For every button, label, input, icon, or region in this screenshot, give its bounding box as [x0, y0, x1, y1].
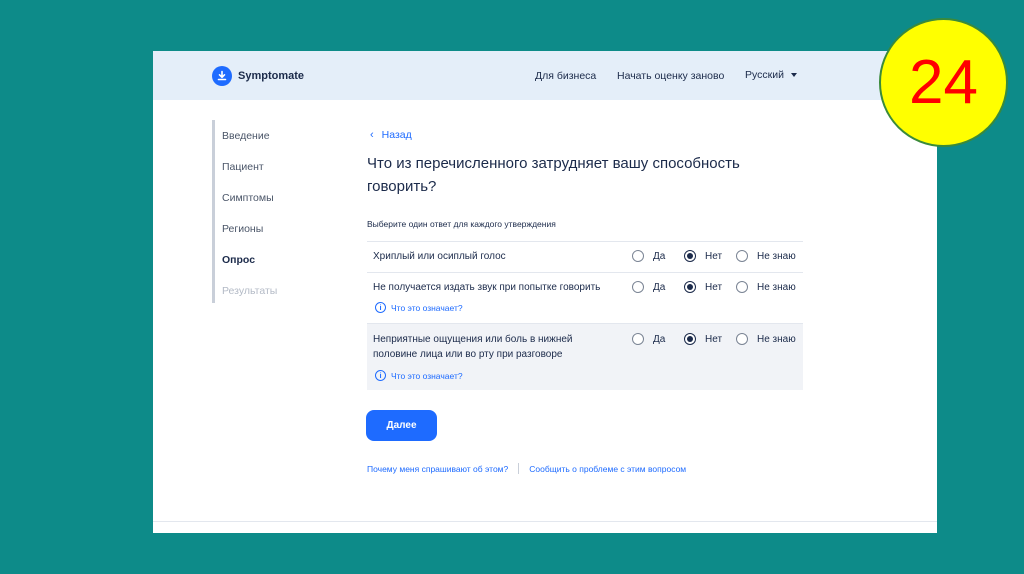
option-no[interactable]: Нет	[684, 281, 722, 293]
language-label: Русский	[745, 69, 784, 81]
report-problem-link[interactable]: Сообщить о проблеме с этим вопросом	[529, 464, 686, 474]
table-row: Не получается издать звук при попытке го…	[367, 272, 803, 323]
table-row: Хриплый или осиплый голос Да Нет Не знаю	[367, 241, 803, 272]
top-navigation-bar: Symptomate Для бизнеса Начать оценку зан…	[153, 51, 937, 100]
info-link[interactable]: i Что это означает?	[375, 302, 463, 313]
option-no-label: Нет	[705, 281, 723, 293]
bottom-divider	[153, 521, 937, 522]
row-label-line-1: Неприятные ощущения или боль в нижней	[373, 334, 573, 345]
back-link[interactable]: ‹ Назад	[370, 129, 412, 141]
info-icon: i	[375, 302, 386, 313]
radio-yes[interactable]	[632, 281, 644, 293]
info-link[interactable]: i Что это означает?	[375, 370, 463, 381]
sidebar-item-regions[interactable]: Регионы	[222, 223, 263, 235]
radio-no-selected[interactable]	[684, 333, 696, 345]
row-label: Не получается издать звук при попытке го…	[373, 282, 601, 293]
option-no[interactable]: Нет	[684, 250, 722, 262]
radio-dont-know[interactable]	[736, 250, 748, 262]
footer-links: Почему меня спрашивают об этом? Сообщить…	[367, 463, 686, 474]
next-button[interactable]: Далее	[366, 410, 437, 441]
row-label-line-2: половине лица или во рту при разговоре	[373, 349, 563, 360]
option-yes-label: Да	[653, 281, 666, 293]
sidebar-item-results: Результаты	[222, 285, 278, 297]
sidebar-item-symptoms[interactable]: Симптомы	[222, 192, 274, 204]
table-row: Неприятные ощущения или боль в нижней по…	[367, 323, 803, 390]
option-dont-know-label: Не знаю	[757, 333, 796, 345]
radio-no-selected[interactable]	[684, 281, 696, 293]
progress-sidebar: Введение Пациент Симптомы Регионы Опрос …	[212, 120, 292, 303]
info-icon: i	[375, 370, 386, 381]
option-dont-know[interactable]: Не знаю	[736, 250, 796, 262]
radio-dont-know[interactable]	[736, 281, 748, 293]
nav-business-link[interactable]: Для бизнеса	[535, 70, 596, 82]
question-line-1: Что из перечисленного затрудняет вашу сп…	[367, 155, 740, 172]
radio-dont-know[interactable]	[736, 333, 748, 345]
question-line-2: говорить?	[367, 178, 437, 195]
slide-number-badge: 24	[879, 18, 1008, 147]
option-yes[interactable]: Да	[632, 250, 665, 262]
radio-yes[interactable]	[632, 333, 644, 345]
option-dont-know-label: Не знаю	[757, 281, 796, 293]
radio-no-selected[interactable]	[684, 250, 696, 262]
logo[interactable]: Symptomate	[212, 66, 304, 86]
option-no-label: Нет	[705, 333, 723, 345]
option-yes-label: Да	[653, 250, 666, 262]
option-dont-know[interactable]: Не знаю	[736, 333, 796, 345]
caret-down-icon	[790, 73, 797, 77]
option-no[interactable]: Нет	[684, 333, 722, 345]
option-yes[interactable]: Да	[632, 281, 665, 293]
sidebar-item-introduction[interactable]: Введение	[222, 130, 270, 142]
option-no-label: Нет	[705, 250, 723, 262]
app-window: Symptomate Для бизнеса Начать оценку зан…	[153, 51, 937, 533]
back-label: Назад	[381, 129, 412, 141]
info-link-label: Что это означает?	[391, 370, 463, 381]
download-logo-icon	[212, 66, 232, 86]
nav-restart-link[interactable]: Начать оценку заново	[617, 70, 724, 82]
row-label: Хриплый или осиплый голос	[373, 251, 506, 262]
question-title: Что из перечисленного затрудняет вашу сп…	[367, 152, 797, 198]
sidebar-item-patient[interactable]: Пациент	[222, 161, 264, 173]
language-selector[interactable]: Русский	[745, 69, 797, 81]
footer-divider	[518, 463, 520, 474]
info-link-label: Что это означает?	[391, 302, 463, 313]
option-dont-know-label: Не знаю	[757, 250, 796, 262]
option-yes-label: Да	[653, 333, 666, 345]
why-asked-link[interactable]: Почему меня спрашивают об этом?	[367, 464, 508, 474]
chevron-left-icon: ‹	[370, 129, 374, 141]
logo-text: Symptomate	[238, 70, 305, 82]
radio-yes[interactable]	[632, 250, 644, 262]
sidebar-item-interview: Опрос	[222, 254, 256, 266]
instruction-text: Выберите один ответ для каждого утвержде…	[367, 219, 556, 229]
option-dont-know[interactable]: Не знаю	[736, 281, 796, 293]
option-yes[interactable]: Да	[632, 333, 665, 345]
